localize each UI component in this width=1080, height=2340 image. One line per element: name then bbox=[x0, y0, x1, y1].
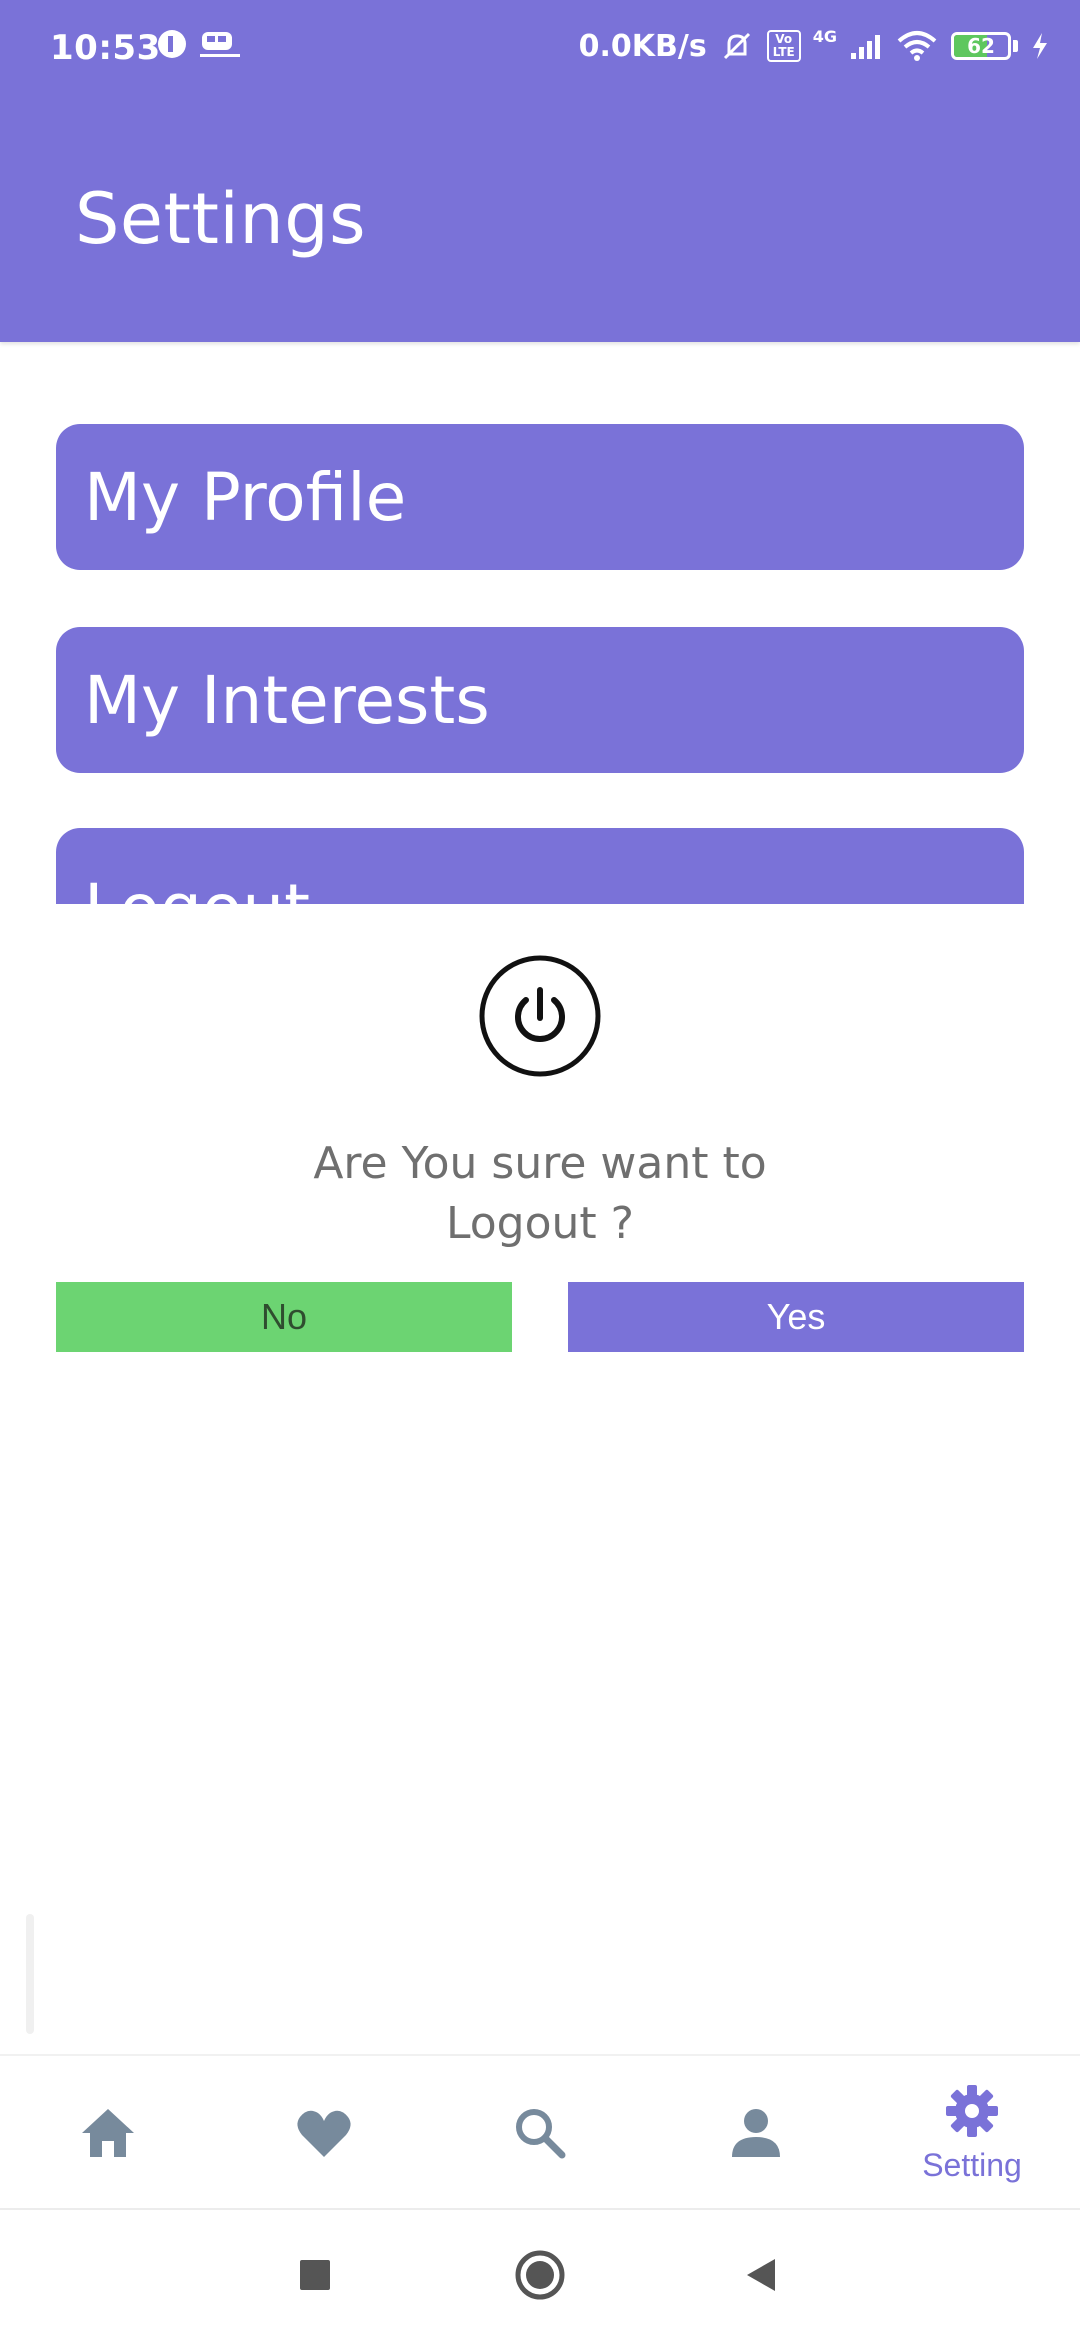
triangle-back-icon bbox=[747, 2259, 775, 2291]
nav-home[interactable] bbox=[0, 2056, 216, 2210]
square-icon bbox=[300, 2260, 330, 2290]
nav-setting-label: Setting bbox=[922, 2146, 1022, 2183]
volte-icon: Vo LTE bbox=[766, 30, 801, 62]
network-type: 4G bbox=[812, 26, 837, 46]
header: 10:53 0.0KB/s Vo LTE 4G 62 Settings bbox=[0, 0, 1080, 342]
status-time: 10:53 bbox=[50, 28, 161, 68]
logout-dialog: Are You sure want to Logout ? No Yes bbox=[0, 904, 1080, 1384]
heart-icon bbox=[297, 2110, 351, 2157]
my-profile-label: My Profile bbox=[84, 458, 407, 536]
gear-icon bbox=[946, 2084, 998, 2137]
power-icon bbox=[479, 955, 601, 1077]
status-left-icons bbox=[156, 28, 242, 60]
recents-button[interactable] bbox=[280, 2240, 350, 2310]
muted-bell-icon bbox=[723, 32, 750, 60]
network-speed: 0.0KB/s bbox=[578, 28, 707, 64]
person-icon bbox=[732, 2109, 780, 2157]
dialog-message: Are You sure want to Logout ? bbox=[313, 1138, 767, 1249]
yes-button[interactable]: Yes bbox=[568, 1282, 1024, 1352]
status-bar: 10:53 0.0KB/s Vo LTE 4G 62 bbox=[0, 0, 1080, 96]
charging-bolt-icon bbox=[1033, 33, 1047, 59]
battery-icon: 62 bbox=[951, 32, 1011, 60]
screen: 10:53 0.0KB/s Vo LTE 4G 62 Settings My P… bbox=[0, 0, 1080, 2340]
my-profile-button[interactable]: My Profile bbox=[56, 424, 1024, 570]
my-interests-label: My Interests bbox=[84, 661, 490, 739]
app-notification-icon bbox=[158, 30, 186, 58]
nav-profile[interactable] bbox=[648, 2056, 864, 2210]
signal-icon bbox=[851, 35, 880, 59]
my-interests-button[interactable]: My Interests bbox=[56, 627, 1024, 773]
back-button[interactable] bbox=[726, 2240, 796, 2310]
logout-label: Logout bbox=[84, 870, 310, 904]
wifi-icon bbox=[897, 31, 937, 61]
circle-home-icon bbox=[515, 2250, 565, 2300]
scroll-indicator[interactable] bbox=[26, 1914, 34, 2034]
train-icon bbox=[200, 32, 240, 57]
battery-tip bbox=[1013, 40, 1018, 52]
system-navigation-bar bbox=[0, 2210, 1080, 2340]
nav-favorites[interactable] bbox=[216, 2056, 432, 2210]
home-icon bbox=[82, 2109, 134, 2157]
nav-setting[interactable]: Setting bbox=[864, 2056, 1080, 2210]
logout-button[interactable]: Logout bbox=[56, 828, 1024, 904]
page-title: Settings bbox=[75, 178, 367, 260]
bottom-navigation: Setting bbox=[0, 2054, 1080, 2210]
battery-level: 62 bbox=[967, 34, 995, 58]
no-button[interactable]: No bbox=[56, 1282, 512, 1352]
home-system-button[interactable] bbox=[505, 2240, 575, 2310]
status-right: 0.0KB/s Vo LTE 4G 62 bbox=[578, 26, 1050, 64]
search-icon bbox=[516, 2109, 566, 2159]
nav-search[interactable] bbox=[432, 2056, 648, 2210]
